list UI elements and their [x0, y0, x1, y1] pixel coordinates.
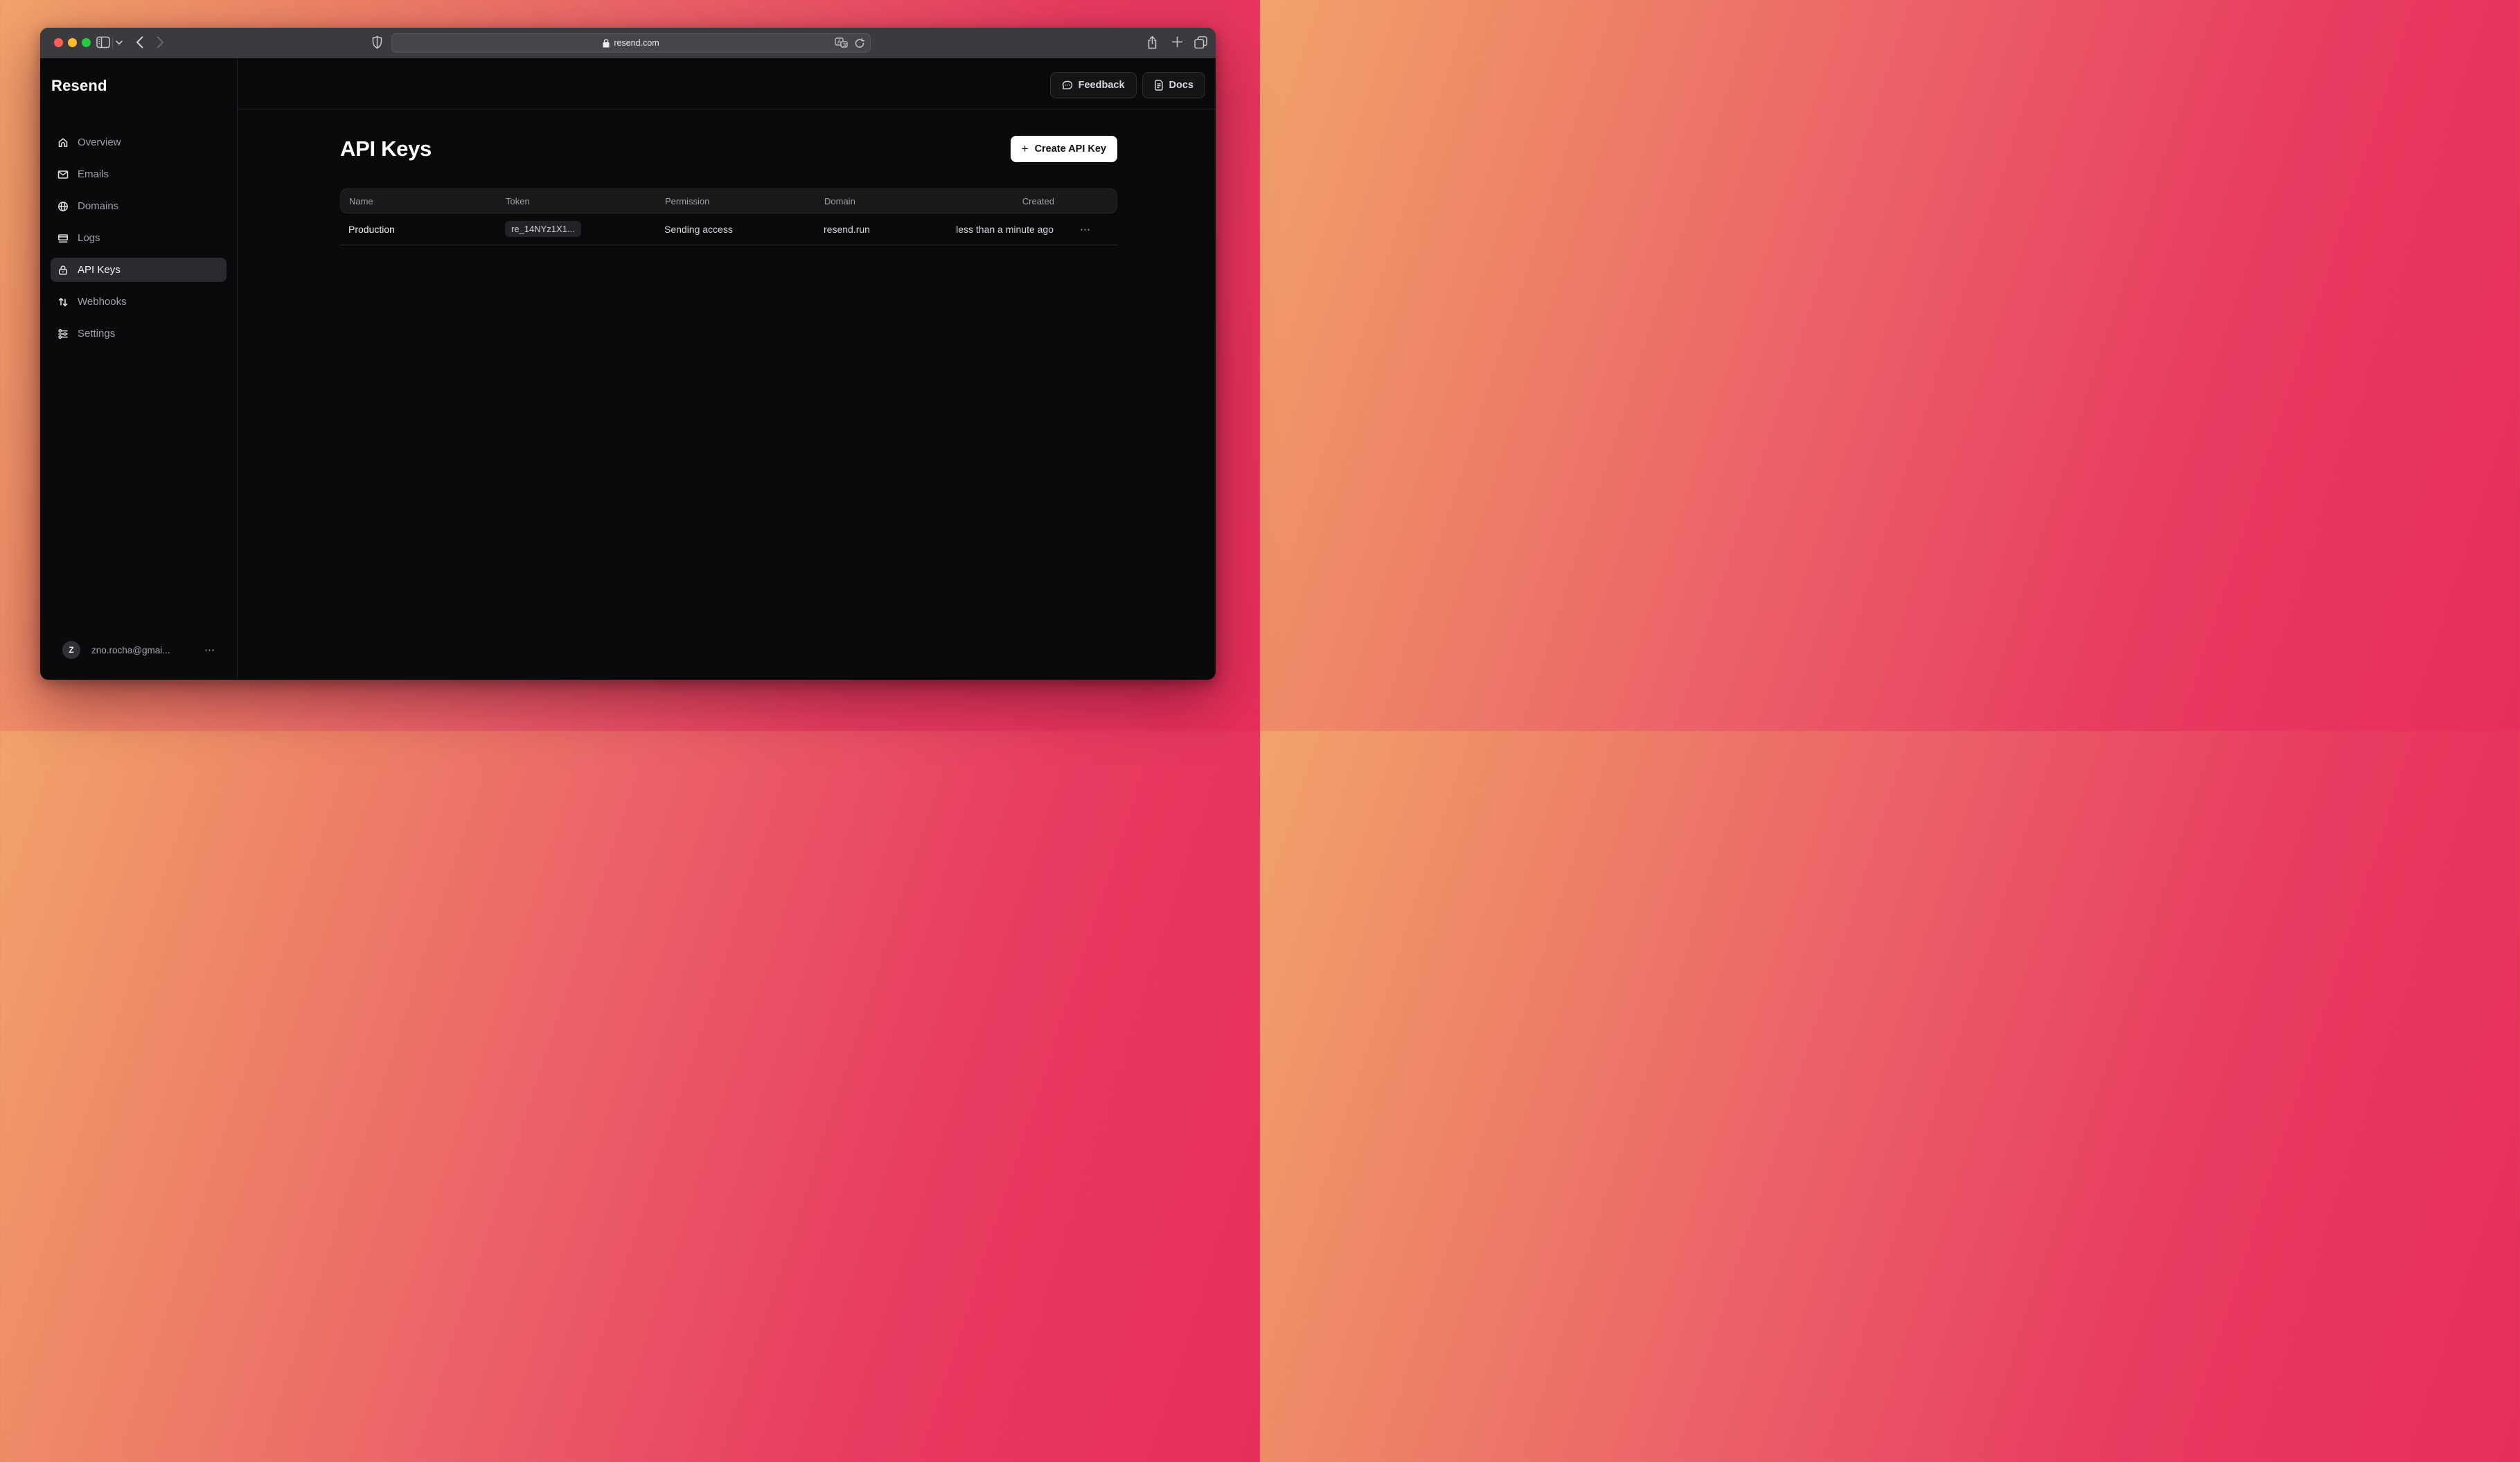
sidebar-item-domains[interactable]: Domains: [51, 194, 227, 218]
svg-text:文: 文: [843, 42, 848, 48]
sidebar-item-logs[interactable]: Logs: [51, 226, 227, 250]
new-tab-icon[interactable]: [1171, 36, 1183, 48]
docs-icon: [1154, 80, 1164, 91]
zoom-window-button[interactable]: [82, 38, 91, 47]
lock-icon: [57, 265, 69, 276]
plus-icon: +: [1022, 142, 1029, 156]
window-controls: [54, 38, 91, 47]
sidebar-item-webhooks[interactable]: Webhooks: [51, 290, 227, 314]
sidebar-item-overview[interactable]: Overview: [51, 130, 227, 155]
sliders-icon: [57, 328, 69, 340]
close-window-button[interactable]: [54, 38, 63, 47]
column-name: Name: [341, 196, 497, 206]
feedback-bubble-icon: [1062, 80, 1073, 91]
browser-window: resend.com A 文: [40, 28, 1216, 680]
feedback-button[interactable]: Feedback: [1050, 72, 1137, 98]
mail-icon: [57, 169, 69, 180]
privacy-shield-icon[interactable]: [372, 35, 382, 50]
api-keys-table: Name Token Permission Domain Created Pro…: [340, 188, 1117, 245]
docs-label: Docs: [1169, 80, 1194, 91]
sidebar-item-label: Settings: [78, 328, 115, 340]
globe-icon: [57, 201, 69, 212]
sidebar-item-label: Overview: [78, 136, 121, 148]
page-title: API Keys: [340, 136, 432, 161]
minimize-window-button[interactable]: [68, 38, 77, 47]
user-menu-button[interactable]: ⋯: [204, 644, 215, 656]
forward-button[interactable]: [157, 36, 164, 49]
row-menu-button[interactable]: ⋯: [1054, 223, 1117, 236]
home-icon: [57, 137, 69, 148]
table-row: Production re_14NYz1X1... Sending access…: [340, 213, 1117, 245]
user-email: zno.rocha@gmai...: [91, 645, 170, 655]
toolbar-divider: [112, 37, 113, 49]
app-topbar: Feedback Docs: [238, 58, 1216, 109]
create-api-key-label: Create API Key: [1035, 143, 1106, 155]
docs-button[interactable]: Docs: [1142, 72, 1205, 98]
chevron-down-icon[interactable]: [116, 40, 123, 45]
create-api-key-button[interactable]: + Create API Key: [1011, 136, 1117, 162]
main-panel: Feedback Docs API Keys + Create API: [238, 58, 1216, 680]
back-button[interactable]: [136, 36, 143, 49]
api-key-created: less than a minute ago: [947, 224, 1054, 235]
api-key-name: Production: [340, 224, 497, 235]
tab-overview-icon[interactable]: [1194, 36, 1207, 49]
api-key-permission: Sending access: [656, 224, 815, 235]
sidebar-item-label: Emails: [78, 168, 109, 180]
column-permission: Permission: [657, 196, 816, 206]
feedback-label: Feedback: [1079, 80, 1125, 91]
sidebar-item-label: Domains: [78, 200, 118, 212]
column-domain: Domain: [816, 196, 948, 206]
sidebar-item-label: Logs: [78, 232, 100, 244]
resend-logo: Resend: [51, 77, 237, 95]
tls-lock-icon: [603, 39, 610, 48]
reload-icon[interactable]: [855, 38, 864, 49]
sidebar-item-settings[interactable]: Settings: [51, 322, 227, 346]
avatar: Z: [62, 641, 80, 659]
sidebar-item-api-keys[interactable]: API Keys: [51, 258, 227, 282]
sidebar-nav: Overview Emails Domains: [51, 130, 227, 353]
table-header: Name Token Permission Domain Created: [340, 188, 1117, 213]
logs-icon: [57, 233, 69, 244]
column-created: Created: [948, 196, 1054, 206]
address-bar[interactable]: resend.com A 文: [391, 33, 871, 53]
share-icon[interactable]: [1147, 36, 1157, 49]
user-account[interactable]: Z zno.rocha@gmai... ⋯: [62, 641, 215, 659]
sidebar-item-label: Webhooks: [78, 296, 127, 308]
arrows-icon: [57, 297, 69, 308]
sidebar: Resend Overview Emails: [40, 58, 238, 680]
translate-icon[interactable]: A 文: [835, 37, 848, 49]
sidebar-toggle-icon[interactable]: [96, 36, 110, 49]
address-url: resend.com: [614, 38, 659, 48]
column-token: Token: [497, 196, 657, 206]
sidebar-item-label: API Keys: [78, 264, 121, 276]
api-key-domain: resend.run: [815, 224, 947, 235]
sidebar-item-emails[interactable]: Emails: [51, 162, 227, 186]
browser-titlebar: resend.com A 文: [40, 28, 1216, 58]
api-key-token[interactable]: re_14NYz1X1...: [505, 221, 581, 237]
